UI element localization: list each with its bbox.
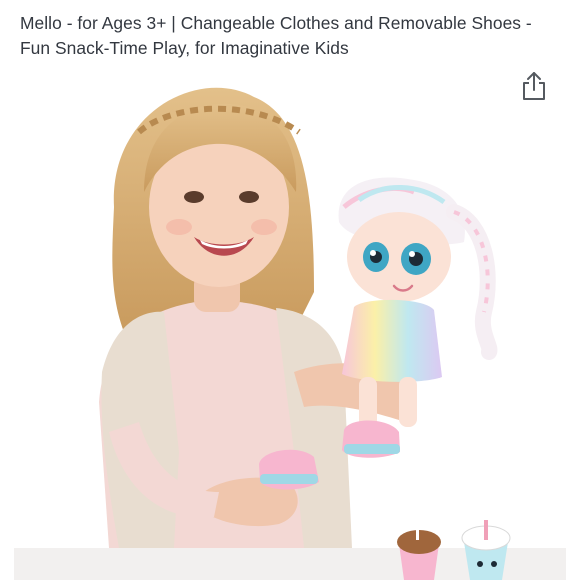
product-image[interactable] [14,72,566,580]
product-title: ​ Mello - for Ages 3+ | Changeable Cloth… [20,0,565,61]
product-photo-girl-holding-doll [14,87,566,580]
title-line-1: Mello - for Ages 3+ | Changeable Clothes… [20,13,532,33]
product-detail-screen: ​ Mello - for Ages 3+ | Changeable Cloth… [0,0,580,580]
title-line-cut-off: ​ [20,0,565,11]
title-line-2: Fun Snack-Time Play, for Imaginative Kid… [20,38,349,58]
